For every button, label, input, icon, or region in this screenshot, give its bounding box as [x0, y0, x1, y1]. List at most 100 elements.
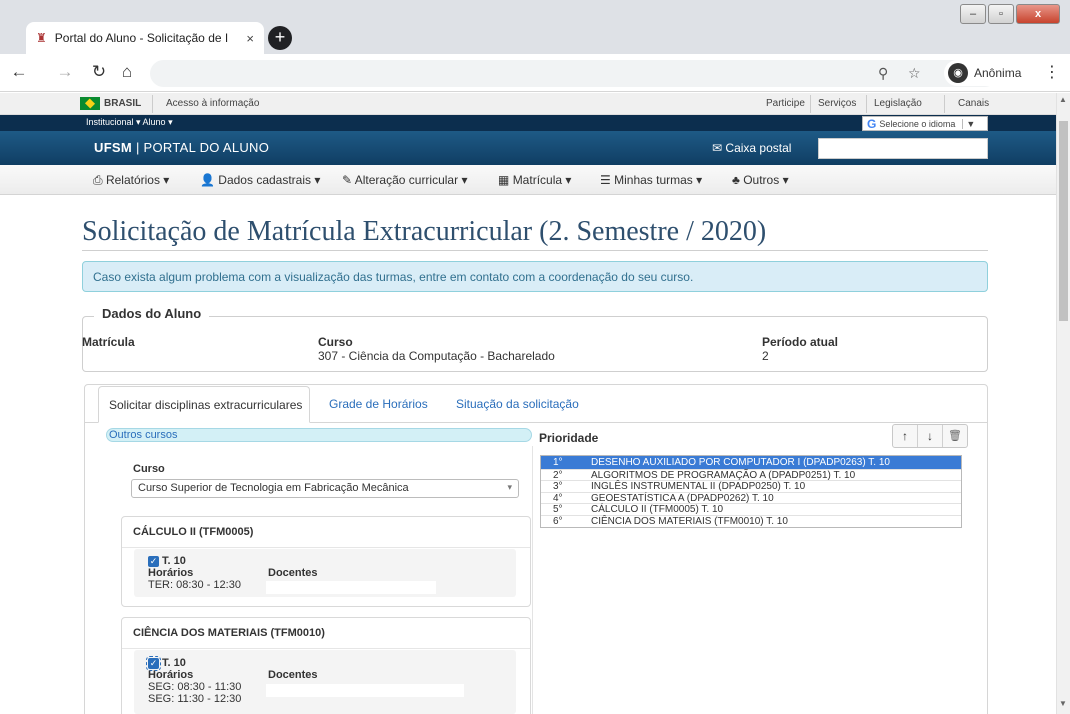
gov-link-legislacao[interactable]: Legislação [874, 98, 922, 109]
turma-box: ✓ T. 10 Horários Docentes TER: 08:30 - 1… [134, 549, 516, 597]
tab-situacao[interactable]: Situação da solicitação [456, 397, 579, 411]
close-tab-icon[interactable]: × [246, 31, 254, 46]
gov-link-canais[interactable]: Canais [958, 98, 989, 109]
menu-dados-cadastrais-label: Dados cadastrais ▾ [218, 173, 321, 187]
trash-icon[interactable]: 🗑 [943, 425, 967, 447]
move-down-button[interactable]: ↓ [918, 425, 943, 447]
home-icon[interactable]: ⌂ [116, 62, 138, 82]
move-up-button[interactable]: ↑ [893, 425, 918, 447]
prioridade-text: ALGORITMOS DE PROGRAMAÇÃO A (DPADP0251) … [591, 470, 856, 481]
disciplina-card: CIÊNCIA DOS MATERIAIS (TFM0010) ✓ T. 10 … [121, 617, 531, 714]
curso-select-label: Curso [133, 463, 165, 475]
portal-title[interactable]: UFSM | PORTAL DO ALUNO [94, 140, 269, 155]
turma-label: T. 10 [162, 657, 186, 669]
prioridade-rank: 6° [553, 515, 563, 527]
dados-aluno-panel [82, 316, 988, 372]
menu-alteracao-curricular[interactable]: ✎ Alteração curricular ▾ [342, 173, 467, 187]
prioridade-text: DESENHO AUXILIADO POR COMPUTADOR I (DPAD… [591, 457, 890, 468]
forward-icon[interactable]: → [54, 62, 76, 82]
dados-aluno-legend: Dados do Aluno [94, 306, 210, 321]
portal-search-input[interactable] [818, 138, 988, 159]
edit-icon: ✎ [342, 173, 353, 187]
menu-matricula[interactable]: ▦ Matrícula ▾ [498, 173, 571, 187]
prioridade-buttons: ↑ ↓ 🗑 [892, 424, 968, 448]
browser-tab-active[interactable]: ♜ Portal do Aluno - Solicitação de I × [26, 22, 264, 54]
user-icon: 👤 [200, 173, 215, 187]
language-caret-icon: ▼ [962, 118, 975, 129]
periodo-label: Período atual [762, 335, 839, 349]
gov-link-servicos[interactable]: Serviços [818, 98, 856, 109]
menu-minhas-turmas-label: Minhas turmas ▾ [614, 173, 703, 187]
scroll-down-icon[interactable]: ▼ [1059, 699, 1067, 708]
profile-label: Anônima [974, 66, 1022, 80]
minimize-button[interactable]: ‒ [960, 4, 986, 24]
back-icon[interactable]: ← [8, 62, 30, 82]
gov-acesso[interactable]: Acesso à informação [166, 98, 259, 109]
horarios-label: Horários [148, 669, 194, 681]
prioridade-rank: 3° [553, 481, 563, 493]
language-label: Selecione o idioma [879, 118, 956, 129]
disciplina-card: CÁLCULO II (TFM0005) ✓ T. 10 Horários Do… [121, 516, 531, 607]
reload-icon[interactable]: ↻ [88, 62, 110, 82]
zoom-icon[interactable]: ⚲ [878, 65, 888, 82]
prioridade-rank: 2° [553, 470, 563, 481]
star-icon[interactable]: ☆ [908, 65, 921, 82]
docentes-label: Docentes [268, 567, 318, 579]
prioridade-text: CIÊNCIA DOS MATERIAIS (TFM0010) T. 10 [591, 515, 788, 527]
scroll-thumb[interactable] [1059, 121, 1068, 321]
background-tabs[interactable] [296, 30, 946, 48]
gov-bar: BRASIL Acesso à informação Participe Ser… [0, 93, 1056, 115]
docentes-value [266, 581, 436, 594]
google-icon: G [867, 116, 877, 131]
address-bar[interactable] [150, 60, 998, 87]
new-tab-button[interactable]: + [268, 26, 292, 50]
disciplina-title: CIÊNCIA DOS MATERIAIS (TFM0010) [133, 627, 325, 639]
prioridade-rank: 4° [553, 492, 563, 504]
docentes-label: Docentes [268, 669, 318, 681]
turma-checkbox[interactable]: ✓ [146, 656, 161, 671]
prioridade-item[interactable]: 6° CIÊNCIA DOS MATERIAIS (TFM0010) T. 10 [541, 516, 961, 527]
menu-relatorios-label: Relatórios ▾ [105, 173, 170, 187]
menu-relatorios[interactable]: ⎙ Relatórios ▾ [93, 173, 169, 188]
horario-item: TER: 08:30 - 12:30 [148, 579, 241, 591]
tab-grade-horarios[interactable]: Grade de Horários [329, 397, 428, 411]
page-scrollbar[interactable]: ▲ ▼ [1056, 93, 1070, 714]
caixa-postal-link[interactable]: ✉ Caixa postal [712, 141, 791, 155]
menu-alteracao-curricular-label: Alteração curricular ▾ [354, 173, 468, 187]
prioridade-item[interactable]: 4° GEOESTATÍSTICA A (DPADP0262) T. 10 [541, 492, 961, 505]
prioridade-item[interactable]: 3° INGLÊS INSTRUMENTAL II (DPADP0250) T. … [541, 481, 961, 493]
horario-item: SEG: 11:30 - 12:30 [148, 693, 242, 705]
card-divider [122, 648, 530, 649]
prioridade-item[interactable]: 1° DESENHO AUXILIADO POR COMPUTADOR I (DP… [541, 456, 961, 470]
incognito-profile[interactable]: ◉ Anônima [944, 60, 1034, 86]
tab-solicitar[interactable]: Solicitar disciplinas extracurriculares [98, 386, 310, 423]
prioridade-item[interactable]: 5° CÁLCULO II (TFM0005) T. 10 [541, 504, 961, 516]
maximize-button[interactable]: ▫ [988, 4, 1014, 24]
gov-brasil[interactable]: BRASIL [104, 98, 141, 109]
periodo-value: 2 [762, 349, 769, 363]
envelope-icon: ✉ [712, 141, 723, 155]
table-icon: ▦ [498, 173, 510, 187]
prioridade-rank: 1° [553, 457, 563, 468]
turma-checkbox[interactable]: ✓ [148, 556, 159, 567]
prioridade-item[interactable]: 2° ALGORITMOS DE PROGRAMAÇÃO A (DPADP0251… [541, 470, 961, 482]
info-alert: Caso exista algum problema com a visuali… [82, 261, 988, 292]
menu-icon[interactable]: ⋮ [1044, 62, 1060, 82]
menu-outros[interactable]: ♣ Outros ▾ [732, 173, 789, 187]
language-select[interactable]: G Selecione o idioma ▼ [862, 116, 988, 131]
menu-outros-label: Outros ▾ [743, 173, 789, 187]
column-divider [532, 446, 533, 714]
institutional-menu[interactable]: Institucional ▾ Aluno ▾ [86, 117, 173, 128]
scroll-up-icon[interactable]: ▲ [1059, 95, 1067, 104]
incognito-icon: ◉ [948, 63, 968, 83]
title-divider [82, 250, 988, 251]
curso-select[interactable]: Curso Superior de Tecnologia em Fabricaç… [131, 479, 519, 498]
close-window-button[interactable]: x [1016, 4, 1060, 24]
menu-dados-cadastrais[interactable]: 👤 Dados cadastrais ▾ [200, 173, 320, 187]
menu-minhas-turmas[interactable]: ☰ Minhas turmas ▾ [600, 173, 702, 187]
card-divider [122, 547, 530, 548]
outros-cursos-header[interactable]: Outros cursos [106, 428, 532, 442]
prioridade-rank: 5° [553, 504, 563, 516]
gov-link-participe[interactable]: Participe [766, 98, 805, 109]
list-icon: ☰ [600, 173, 611, 187]
